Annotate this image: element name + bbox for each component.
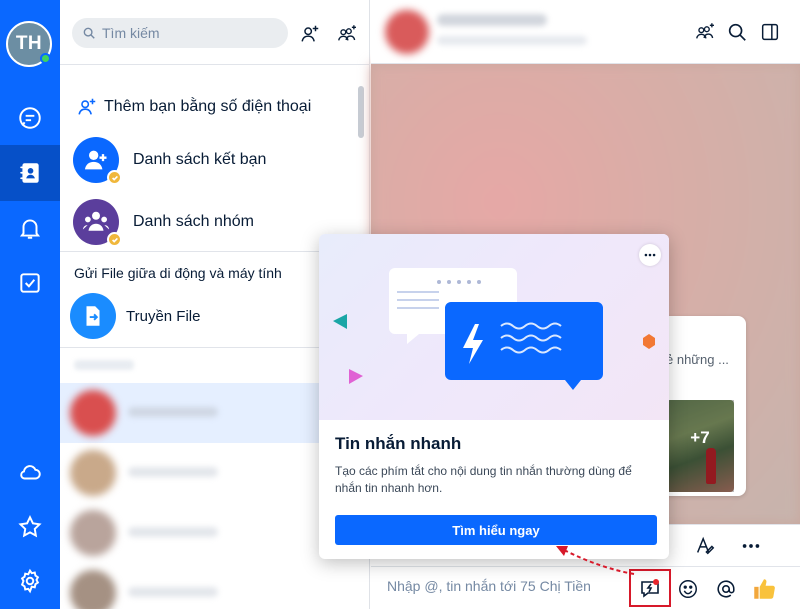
popover-title: Tin nhắn nhanh [335, 434, 462, 453]
search-icon [83, 27, 95, 39]
contact-name-blurred [128, 527, 218, 537]
quick-message-button[interactable] [635, 574, 665, 604]
file-transfer-icon-wrap [70, 293, 116, 339]
contact-avatar [70, 570, 116, 609]
create-group-button[interactable] [335, 22, 359, 46]
friend-list-icon-wrap [73, 137, 122, 185]
search-placeholder: Tìm kiếm [102, 25, 160, 41]
message-photo[interactable]: +7 [666, 400, 734, 492]
add-friend-by-phone[interactable]: Thêm bạn bằng số điện thoại [76, 96, 372, 118]
user-initials: TH [15, 33, 43, 54]
message-input[interactable]: Nhập @, tin nhắn tới 75 Chị Tiền [387, 578, 591, 594]
friend-list-item[interactable]: Danh sách kết bạn [73, 137, 369, 185]
popover-description: Tạo các phím tắt cho nội dung tin nhắn t… [335, 464, 632, 495]
bell-icon [19, 219, 41, 239]
conversation-row[interactable] [60, 443, 356, 503]
toggle-info-panel-button[interactable] [758, 20, 782, 44]
file-transfer-icon [86, 306, 100, 326]
nav-chat-button[interactable] [0, 90, 60, 146]
user-avatar[interactable]: TH [6, 21, 52, 67]
conversation-row-selected[interactable] [60, 383, 356, 443]
add-user-icon [78, 98, 96, 115]
quick-message-popover: Tin nhắn nhanh Tạo các phím tắt cho nội … [319, 234, 669, 559]
search-icon [728, 23, 746, 41]
thumbs-up-button[interactable] [749, 574, 779, 604]
chat-icon [19, 107, 41, 129]
popover-illustration [319, 234, 669, 420]
message-card-text: ẻ những ... [666, 352, 729, 367]
chat-bubbles-illustration [333, 268, 655, 390]
more-options-button[interactable] [739, 535, 763, 557]
message-card[interactable]: ẻ những ... +7 [656, 316, 746, 496]
group-list-label: Danh sách nhóm [133, 213, 254, 230]
contact-avatar [70, 450, 116, 496]
text-format-icon [696, 536, 715, 555]
settings-icon [20, 568, 40, 594]
chat-name-blurred [437, 14, 547, 26]
chat-status-blurred [437, 36, 587, 45]
add-group-icon [696, 23, 714, 39]
conversation-row[interactable] [60, 563, 356, 609]
verified-badge [107, 232, 122, 247]
contact-name-blurred [128, 467, 218, 477]
star-icon [18, 515, 42, 538]
nav-notifications-button[interactable] [0, 200, 60, 256]
add-member-button[interactable] [693, 20, 717, 44]
sidebar-toggle-icon [761, 23, 779, 41]
online-status-dot [40, 53, 51, 64]
friend-list-label: Danh sách kết bạn [133, 151, 267, 168]
emoji-button[interactable] [673, 574, 703, 604]
nav-rail: TH [0, 0, 60, 609]
add-user-icon [301, 25, 319, 42]
nav-cloud-button[interactable] [0, 444, 60, 500]
nav-favorites-button[interactable] [0, 499, 60, 555]
verified-badge [107, 170, 122, 185]
text-format-button[interactable] [693, 535, 717, 557]
chat-avatar[interactable] [385, 10, 429, 54]
recent-section-label-blurred [74, 360, 134, 370]
cloud-icon [20, 465, 41, 480]
add-by-phone-label: Thêm bạn bằng số điện thoại [104, 98, 312, 115]
conversation-row[interactable] [60, 503, 356, 563]
add-friend-button[interactable] [298, 22, 322, 46]
nav-todo-button[interactable] [0, 255, 60, 311]
add-group-icon [338, 25, 356, 41]
pointer-arrow [556, 546, 635, 575]
contacts-icon [20, 163, 39, 183]
user-icon [84, 150, 107, 170]
contact-avatar [70, 390, 116, 436]
contact-name-blurred [128, 407, 218, 417]
group-icon [82, 211, 110, 231]
more-icon [742, 544, 760, 548]
new-feature-dot [653, 579, 659, 585]
more-photos-count: +7 [666, 400, 734, 492]
emoji-icon [679, 580, 697, 598]
file-transfer-section-title: Gửi File giữa di động và máy tính [74, 265, 282, 281]
chat-search-button[interactable] [725, 20, 749, 44]
contact-name-blurred [128, 587, 218, 597]
more-icon [644, 253, 656, 257]
mention-icon [717, 580, 735, 598]
popover-more-button[interactable] [639, 244, 661, 266]
todo-icon [20, 273, 40, 293]
file-transfer-label: Truyền File [126, 307, 201, 325]
nav-settings-button[interactable] [0, 553, 60, 609]
group-list-icon-wrap [73, 199, 122, 247]
scrollbar-thumb[interactable] [358, 86, 364, 138]
chat-header [371, 0, 800, 64]
contact-avatar [70, 510, 116, 556]
search-box[interactable]: Tìm kiếm [72, 18, 288, 48]
nav-contacts-button[interactable] [0, 145, 60, 201]
mention-button[interactable] [711, 574, 741, 604]
thumbs-up-icon [754, 579, 775, 599]
